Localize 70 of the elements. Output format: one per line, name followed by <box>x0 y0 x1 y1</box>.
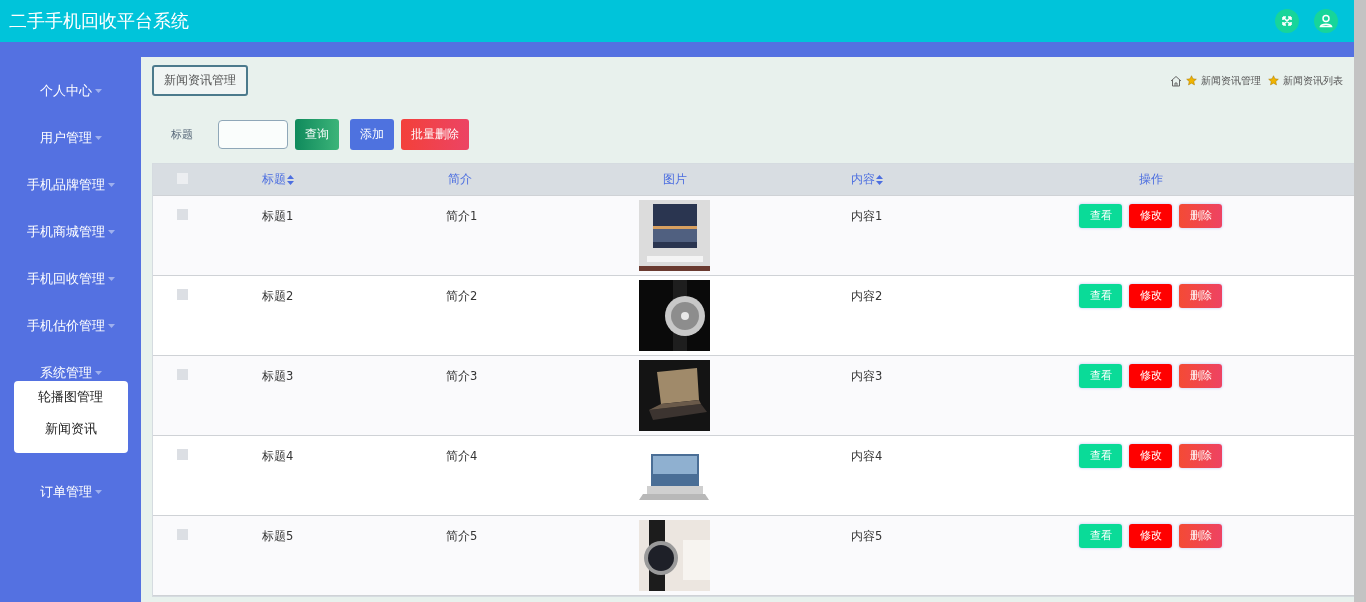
edit-button[interactable]: 修改 <box>1129 364 1172 388</box>
sort-icon[interactable] <box>876 174 883 185</box>
app-title: 二手手机回收平台系统 <box>9 9 189 33</box>
edit-button[interactable]: 修改 <box>1129 284 1172 308</box>
delete-button[interactable]: 删除 <box>1179 444 1222 468</box>
table-cell: 内容4 <box>851 449 883 463</box>
table-cell: 简介2 <box>446 289 478 303</box>
table-cell: 简介1 <box>446 209 478 223</box>
delete-button[interactable]: 批量删除 <box>401 119 469 150</box>
column-header: 简介 <box>448 171 472 188</box>
column-header[interactable]: 内容 <box>851 171 883 188</box>
title-search-field[interactable] <box>218 120 288 149</box>
table-cell: 内容5 <box>851 529 883 543</box>
submenu-item[interactable]: 新闻资讯 <box>13 417 128 449</box>
column-header[interactable]: 标题 <box>262 171 294 188</box>
search-button[interactable]: 查询 <box>295 119 339 150</box>
menu-item[interactable]: 订单管理 <box>39 484 102 500</box>
menu-item[interactable]: 用户管理 <box>39 130 102 146</box>
scrollbar[interactable] <box>1354 0 1366 602</box>
column-header: 图片 <box>663 171 687 188</box>
home-icon[interactable] <box>1170 74 1182 87</box>
star-icon <box>1186 75 1197 86</box>
add-button[interactable]: 添加 <box>350 119 394 150</box>
edit-button[interactable]: 修改 <box>1129 204 1172 228</box>
row-checkbox[interactable] <box>177 289 188 300</box>
caret-icon <box>107 277 115 281</box>
fullscreen-icon[interactable] <box>1275 9 1299 33</box>
search-label: 标题 <box>171 127 194 142</box>
caret-icon <box>107 324 115 328</box>
menu-item[interactable]: 手机品牌管理 <box>26 177 115 193</box>
delete-button[interactable]: 删除 <box>1179 524 1222 548</box>
submenu-item[interactable]: 轮播图管理 <box>13 385 128 417</box>
page-tab[interactable]: 新闻资讯管理 <box>152 65 248 96</box>
menu-item[interactable]: 系统管理 <box>39 365 102 381</box>
star-icon <box>1268 75 1279 86</box>
table-cell: 标题4 <box>262 449 294 463</box>
table-cell: 简介5 <box>446 529 478 543</box>
table-cell: 内容1 <box>851 209 883 223</box>
row-checkbox[interactable] <box>177 529 188 540</box>
table-cell: 内容3 <box>851 369 883 383</box>
sort-icon[interactable] <box>287 174 294 185</box>
breadcrumb-item[interactable]: 新闻资讯管理 <box>1201 73 1261 88</box>
menu-item[interactable]: 手机回收管理 <box>26 271 115 287</box>
caret-icon <box>94 371 102 375</box>
table-cell: 标题2 <box>262 289 294 303</box>
row-checkbox[interactable] <box>177 209 188 220</box>
delete-button[interactable]: 删除 <box>1179 204 1222 228</box>
edit-button[interactable]: 修改 <box>1129 444 1172 468</box>
column-header: 操作 <box>1139 171 1163 188</box>
caret-icon <box>94 136 102 140</box>
delete-button[interactable]: 删除 <box>1179 284 1222 308</box>
table-cell: 标题1 <box>262 209 294 223</box>
table-cell: 简介3 <box>446 369 478 383</box>
edit-button[interactable]: 修改 <box>1129 524 1172 548</box>
row-checkbox[interactable] <box>177 369 188 380</box>
caret-icon <box>107 183 115 187</box>
delete-button[interactable]: 删除 <box>1179 364 1222 388</box>
table-cell: 内容2 <box>851 289 883 303</box>
menu-item[interactable]: 手机商城管理 <box>26 224 115 240</box>
caret-icon <box>94 89 102 93</box>
table-cell: 简介4 <box>446 449 478 463</box>
caret-icon <box>94 490 102 494</box>
table-cell: 标题5 <box>262 529 294 543</box>
breadcrumb-item[interactable]: 新闻资讯列表 <box>1283 73 1343 88</box>
caret-icon <box>107 230 115 234</box>
row-checkbox[interactable] <box>177 449 188 460</box>
user-icon[interactable] <box>1314 9 1338 33</box>
menu-item[interactable]: 手机估价管理 <box>26 318 115 334</box>
table-cell: 标题3 <box>262 369 294 383</box>
menu-item[interactable]: 个人中心 <box>39 83 102 99</box>
